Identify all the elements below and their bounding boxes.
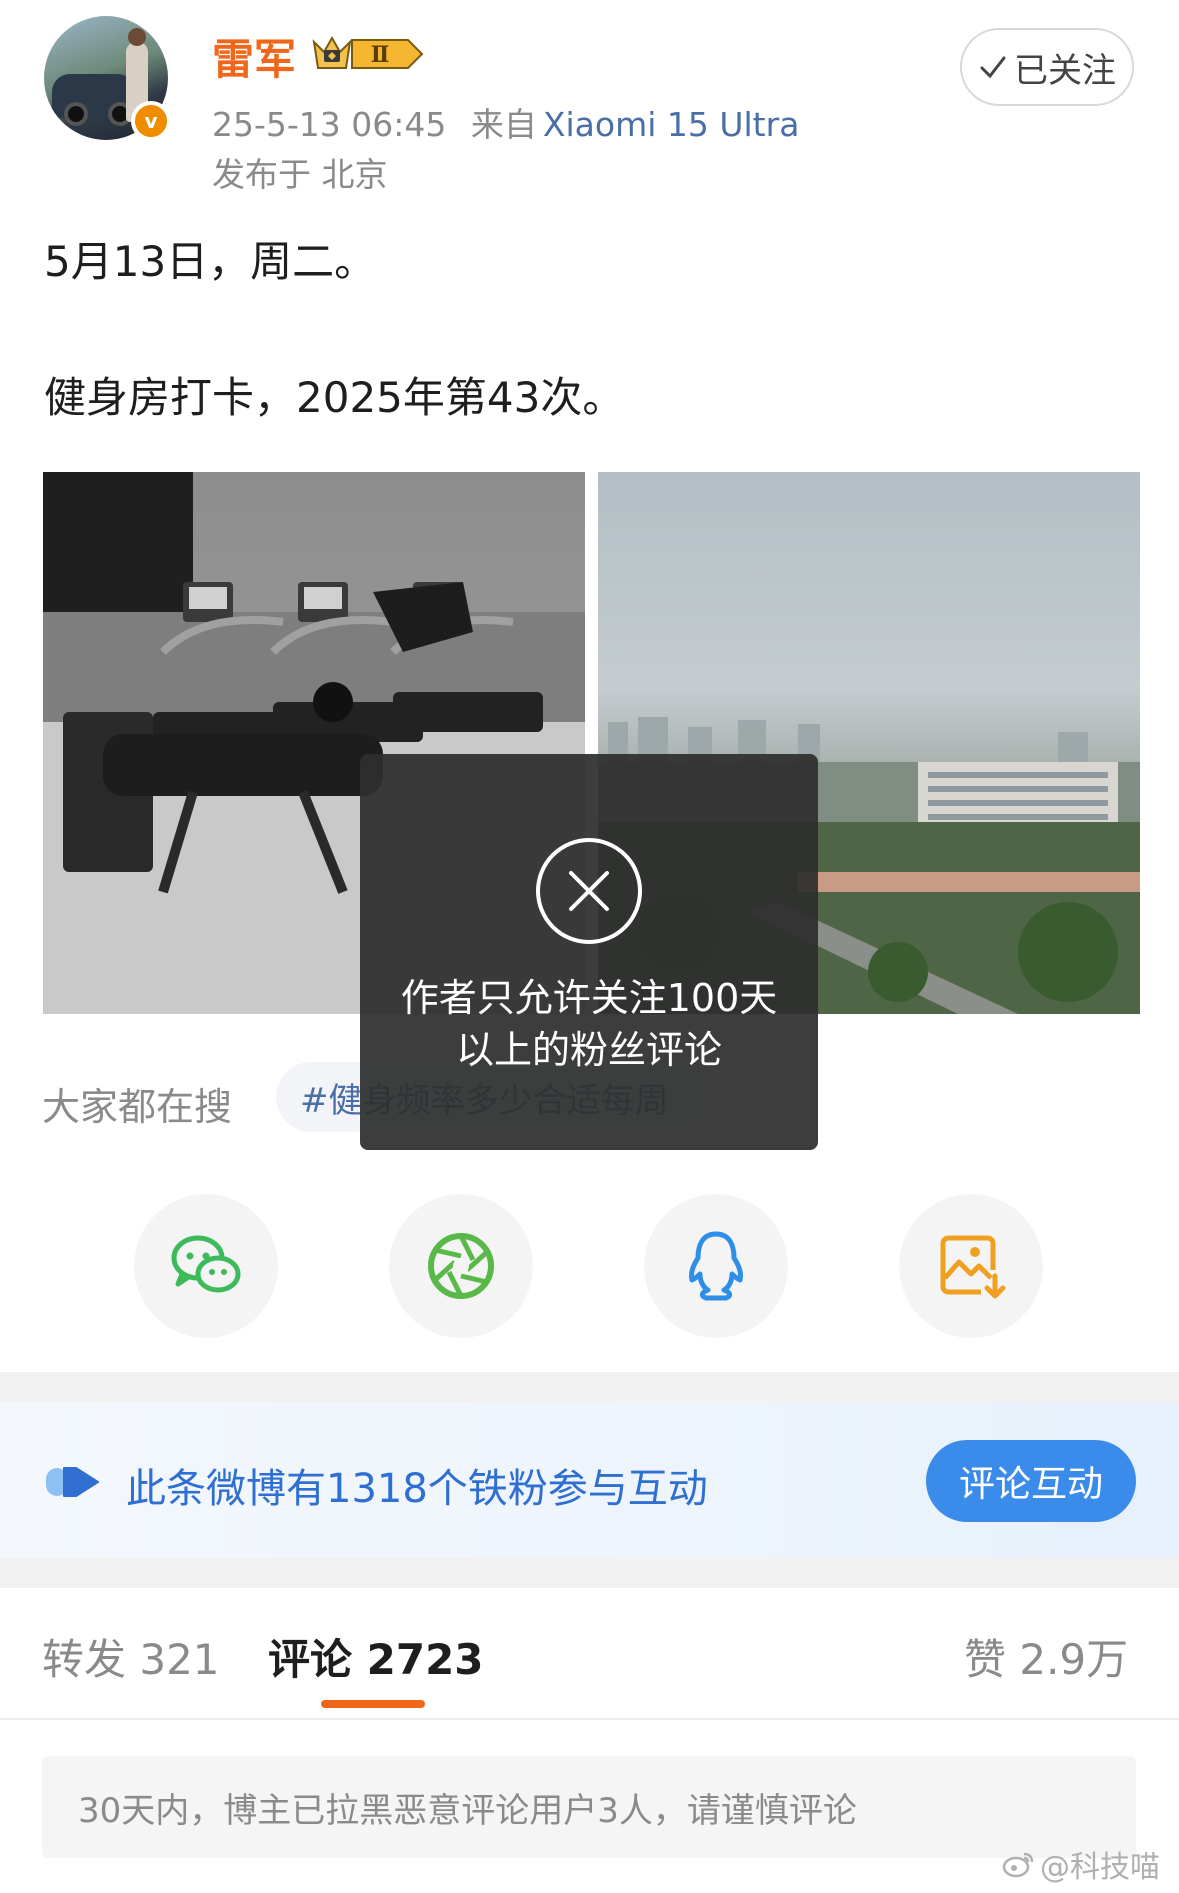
post-location: 发布于 北京 xyxy=(212,155,388,194)
verified-badge-icon: v xyxy=(131,101,171,141)
post-timestamp: 25-5-13 06:45 xyxy=(212,105,447,144)
qq-share-button[interactable] xyxy=(644,1194,788,1338)
vip-level-text: Ⅱ xyxy=(371,42,390,68)
username[interactable]: 雷军 xyxy=(212,26,296,87)
section-separator xyxy=(0,1372,1179,1402)
post-meta: 25-5-13 06:45 来自 Xiaomi 15 Ultra xyxy=(212,98,799,146)
vip-crown-badge-icon: Ⅱ xyxy=(312,35,424,69)
iron-fans-text: 此条微博有1318个铁粉参与互动 xyxy=(126,1466,708,1512)
close-circle-icon xyxy=(536,838,642,944)
avatar-head xyxy=(128,28,146,46)
save-image-button[interactable] xyxy=(899,1194,1043,1338)
wechat-share-button[interactable] xyxy=(134,1194,278,1338)
section-separator xyxy=(0,1558,1179,1588)
wechat-icon xyxy=(171,1235,241,1293)
toast-message: 作者只允许关注100天以上的粉丝评论 xyxy=(400,976,778,1072)
device-link[interactable]: Xiaomi 15 Ultra xyxy=(543,105,800,144)
toast-popup: 作者只允许关注100天以上的粉丝评论 xyxy=(360,754,818,1150)
fans-play-icon xyxy=(46,1467,99,1497)
follow-button[interactable]: 已关注 xyxy=(960,28,1134,106)
aperture-icon xyxy=(428,1233,494,1299)
moments-share-button[interactable] xyxy=(389,1194,533,1338)
source-prefix: 来自 xyxy=(470,105,537,144)
avatar-wheel xyxy=(64,102,88,126)
watermark-text: @科技喵 xyxy=(1040,1850,1160,1885)
post-text-line: 健身房打卡，2025年第43次。 xyxy=(44,373,625,422)
tabs-divider xyxy=(0,1718,1179,1720)
post-text-line: 5月13日，周二。 xyxy=(44,237,377,286)
block-notice: 30天内，博主已拉黑恶意评论用户3人，请谨慎评论 xyxy=(42,1756,1136,1858)
tab-repost[interactable]: 转发 321 xyxy=(42,1626,220,1687)
trending-search-label: 大家都在搜 xyxy=(42,1085,233,1129)
tab-likes[interactable]: 赞 2.9万 xyxy=(964,1626,1128,1687)
tab-comments[interactable]: 评论 2723 xyxy=(268,1626,484,1687)
weibo-logo-icon xyxy=(1002,1852,1034,1878)
comment-interact-button[interactable]: 评论互动 xyxy=(926,1440,1136,1522)
qq-penguin-icon xyxy=(689,1231,743,1301)
check-icon xyxy=(980,56,1006,79)
follow-label: 已关注 xyxy=(1014,50,1116,91)
active-tab-indicator xyxy=(321,1700,425,1708)
watermark: @科技喵 xyxy=(1002,1842,1160,1886)
image-download-icon xyxy=(940,1235,1006,1299)
